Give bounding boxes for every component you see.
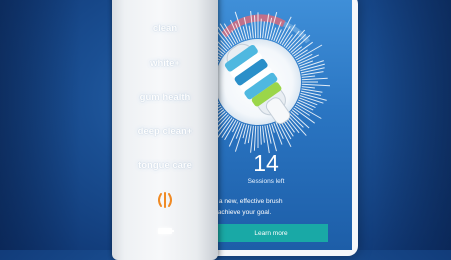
sound-wave-ray [264,125,270,154]
sound-wave-ray [301,86,315,89]
sound-wave-ray [288,33,307,52]
sound-wave-ray [301,83,331,87]
battery-icon [158,228,174,234]
sound-wave-ray [298,60,314,67]
mode-label-clean: clean [152,23,178,34]
mode-label-gum-health: gum health [139,92,191,103]
sound-wave-ray [253,125,257,151]
sound-wave-ray [250,125,254,153]
sound-wave-ray [248,25,252,39]
sound-wave-ray [262,125,265,143]
sound-wave-ray [259,125,262,145]
sound-wave-ray [285,30,300,49]
sound-wave-ray [301,77,328,81]
sound-wave-ray [301,75,316,78]
sound-wave-ray [232,120,239,133]
mode-label-deep-clean: deep clean+ [137,126,193,137]
sound-wave-ray [262,21,265,39]
sound-wave-ray [271,123,275,133]
intensity-level-icon [158,192,172,208]
mode-label-white: white+ [150,58,180,69]
sound-wave-ray [295,103,322,119]
sound-wave-ray [259,18,262,39]
sound-wave-ray [275,29,282,43]
sound-wave-ray [295,44,323,61]
mode-label-tongue-care: tongue care [138,160,192,171]
learn-more-button[interactable]: Learn more [214,224,328,242]
sound-wave-ray [293,41,313,57]
